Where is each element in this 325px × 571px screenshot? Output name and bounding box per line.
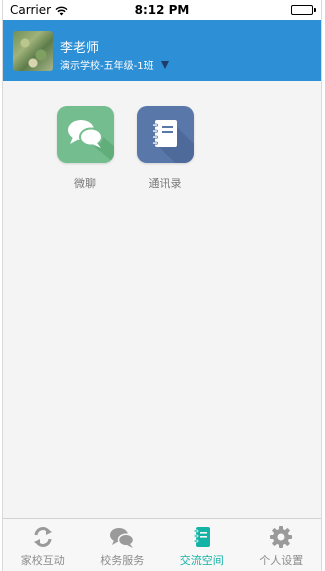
app-tile-wechat[interactable]: 微聊 [55,106,115,191]
app-label-contacts: 通讯录 [148,177,182,190]
app-label-wechat: 微聊 [74,177,96,190]
chat-bubbles-icon[interactable] [56,106,114,163]
tab-school-service[interactable]: 校务服务 [83,519,163,571]
class-selector[interactable]: 演示学校-五年级-1班 [60,57,169,72]
address-book-icon[interactable] [136,106,194,163]
profile-header[interactable]: 李老师 演示学校-五年级-1班 [3,20,321,81]
tab-label: 个人设置 [259,554,304,567]
school-class-label: 演示学校-五年级-1班 [60,61,154,72]
tab-label: 校务服务 [100,554,145,567]
tab-home-school[interactable]: 家校互动 [3,519,83,571]
tab-bar: 家校互动 校务服务 交流空间 个人设置 [3,518,321,571]
gear-icon [269,525,293,553]
notebook-icon [190,525,214,553]
tab-personal-settings[interactable]: 个人设置 [242,519,322,571]
battery-icon [291,5,316,15]
caret-down-icon[interactable] [160,61,169,69]
sync-arrows-icon [31,525,55,553]
teacher-name: 李老师 [60,41,100,56]
app-tile-contacts[interactable]: 通讯录 [135,106,195,191]
tab-label: 交流空间 [179,554,224,567]
tab-exchange-space[interactable]: 交流空间 [162,519,242,571]
chat-bubbles-icon [109,525,135,553]
app-grid: 微聊 通讯录 [3,81,321,518]
avatar[interactable] [13,31,53,71]
status-bar: Carrier 8:12 PM [3,0,321,20]
tab-label: 家校互动 [20,554,65,567]
clock: 8:12 PM [134,3,190,17]
app-screen: Carrier 8:12 PM 李老师 演示学校-五年级-1班 微聊 通讯录 家… [2,0,322,571]
